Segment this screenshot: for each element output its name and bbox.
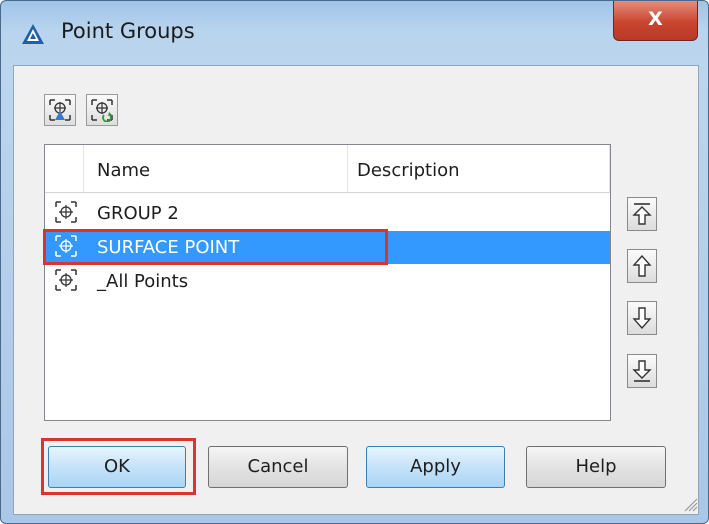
list-header: Name Description [45, 145, 610, 193]
row-name: GROUP 2 [97, 203, 179, 224]
autocad-civil3d-icon [22, 24, 44, 44]
move-to-bottom-icon [632, 360, 652, 382]
close-button[interactable]: X [613, 1, 698, 41]
point-group-icon [55, 201, 77, 223]
move-up-button[interactable] [627, 249, 657, 283]
point-group-properties-icon [49, 99, 71, 121]
move-to-top-button[interactable] [627, 197, 657, 231]
header-divider [347, 145, 348, 192]
header-divider [609, 145, 610, 192]
move-down-button[interactable] [627, 301, 657, 335]
header-divider [83, 145, 84, 192]
move-down-icon [632, 307, 652, 330]
row-name: _All Points [97, 271, 189, 292]
move-up-icon [632, 254, 652, 277]
point-groups-dialog: Point Groups X Name Description GROUP 2 … [0, 0, 709, 524]
point-group-icon [55, 269, 77, 291]
list-row-group-2[interactable]: GROUP 2 [45, 197, 610, 230]
point-groups-list[interactable]: Name Description GROUP 2 SURFACE POINT _… [44, 144, 611, 421]
dialog-title: Point Groups [61, 19, 195, 43]
title-bar[interactable]: Point Groups X [1, 1, 708, 65]
apply-button[interactable]: Apply [366, 446, 505, 488]
column-header-name[interactable]: Name [97, 145, 150, 192]
cancel-button[interactable]: Cancel [208, 446, 348, 488]
resize-grip-icon[interactable] [684, 498, 698, 512]
move-to-top-icon [632, 203, 652, 225]
highlight-box-surface-point [43, 229, 388, 265]
move-to-bottom-button[interactable] [627, 354, 657, 388]
column-header-description[interactable]: Description [357, 145, 460, 192]
help-button[interactable]: Help [526, 446, 666, 488]
point-group-properties-button[interactable] [44, 94, 76, 126]
list-row-all-points[interactable]: _All Points [45, 265, 610, 298]
highlight-box-ok-button [41, 438, 196, 495]
update-point-groups-button[interactable] [86, 94, 118, 126]
update-point-groups-icon [91, 99, 113, 122]
